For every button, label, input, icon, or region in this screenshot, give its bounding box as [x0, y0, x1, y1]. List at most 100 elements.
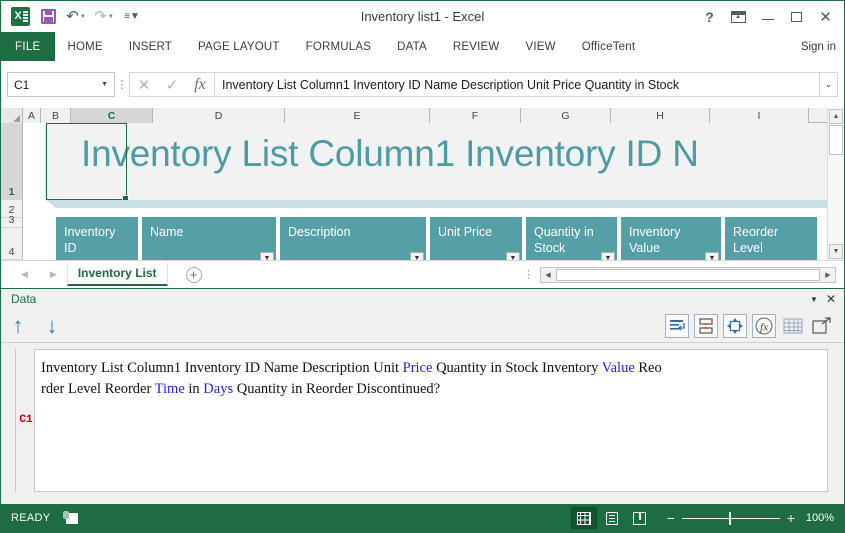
scroll-right-icon[interactable]: ▶ [821, 268, 835, 282]
table-header-inventory-id[interactable]: Inventory ID ▼ [56, 217, 138, 260]
table-header-unit-price[interactable]: Unit Price ▼ [430, 217, 522, 260]
table-header-reorder-level[interactable]: Reorder Level [725, 217, 817, 260]
column-header-d[interactable]: D [153, 108, 285, 123]
close-icon[interactable]: ✕ [811, 4, 840, 30]
zoom-level-label[interactable]: 100% [802, 512, 834, 524]
tab-view[interactable]: VIEW [512, 32, 568, 61]
scroll-down-icon[interactable]: ▼ [829, 244, 843, 259]
column-header-a[interactable]: A [23, 108, 41, 123]
editor-keyword: Value [601, 360, 635, 376]
tab-data[interactable]: DATA [384, 32, 440, 61]
data-pane: Data ▼ ✕ ↑ ↓ fx C1 Inventory List Column… [1, 288, 844, 506]
column-header-h[interactable]: H [611, 108, 710, 123]
data-pane-header: Data ▼ ✕ [1, 289, 844, 309]
filter-dropdown-icon[interactable]: ▼ [506, 252, 520, 260]
name-box[interactable]: C1 ▼ [7, 72, 115, 97]
insert-function-icon[interactable]: fx [186, 73, 214, 96]
formula-bar-grip: ⋮ [116, 79, 128, 91]
select-all-corner[interactable] [1, 108, 23, 123]
table-header-inventory-value[interactable]: Inventory Value ▼ [621, 217, 721, 260]
enter-icon[interactable]: ✓ [158, 73, 186, 96]
filter-dropdown-icon[interactable]: ▼ [601, 252, 615, 260]
sign-in-link[interactable]: Sign in [801, 32, 836, 61]
merge-cells-icon[interactable] [694, 313, 718, 338]
tab-review[interactable]: REVIEW [440, 32, 513, 61]
minimize-icon[interactable] [753, 4, 782, 30]
column-a-b-blank [23, 123, 46, 200]
editor-text: Reo [634, 360, 662, 376]
tab-file[interactable]: FILE [1, 32, 55, 61]
expand-window-icon[interactable] [810, 314, 834, 338]
data-pane-editor[interactable]: Inventory List Column1 Inventory ID Name… [35, 349, 828, 492]
zoom-in-icon[interactable]: + [787, 511, 795, 525]
vertical-scrollbar[interactable]: ▲ ▼ [827, 108, 843, 260]
save-icon[interactable] [35, 5, 61, 29]
expand-formula-bar-icon[interactable]: ⌄ [820, 72, 838, 97]
tab-home[interactable]: HOME [55, 32, 116, 61]
function-icon[interactable]: fx [752, 313, 776, 338]
grid-body[interactable]: Inventory List Column1 Inventory ID N In… [23, 123, 827, 260]
column-header-e[interactable]: E [285, 108, 430, 123]
editor-keyword: Price [402, 360, 433, 376]
sheet-tab-inventory-list[interactable]: Inventory List [66, 263, 168, 286]
table-header-quantity-in-stock[interactable]: Quantity in Stock ▼ [526, 217, 617, 260]
vertical-scroll-thumb[interactable] [829, 125, 843, 155]
table-grid-icon[interactable] [781, 314, 805, 338]
cancel-icon[interactable]: ✕ [130, 73, 158, 96]
close-pane-icon[interactable]: ✕ [826, 292, 836, 306]
normal-view-icon[interactable] [570, 507, 597, 529]
ribbon-display-options-icon[interactable] [724, 4, 753, 30]
next-sheet-icon[interactable]: ▶ [50, 269, 57, 280]
chevron-down-icon[interactable]: ▼ [101, 81, 108, 88]
horizontal-scroll-thumb[interactable] [556, 268, 820, 281]
horizontal-scrollbar[interactable]: ◀ ▶ [540, 266, 836, 283]
page-layout-view-icon[interactable] [599, 507, 625, 529]
column-header-i[interactable]: I [710, 108, 809, 123]
formula-input[interactable]: Inventory List Column1 Inventory ID Name… [214, 72, 820, 97]
formula-bar: C1 ▼ ⋮ ✕ ✓ fx Inventory List Column1 Inv… [1, 61, 844, 108]
row-header-4[interactable]: 4 [1, 228, 23, 260]
status-bar: READY − + 100% [1, 504, 844, 532]
filter-dropdown-icon[interactable]: ▼ [260, 252, 274, 260]
tab-officetent[interactable]: OfficeTent [569, 32, 649, 61]
filter-dropdown-icon[interactable]: ▼ [410, 252, 424, 260]
column-header-c[interactable]: C [71, 108, 153, 123]
scroll-left-icon[interactable]: ◀ [541, 268, 555, 282]
collapse-icon[interactable]: ▼ [810, 295, 818, 304]
tab-formulas[interactable]: FORMULAS [293, 32, 385, 61]
tab-page-layout[interactable]: PAGE LAYOUT [185, 32, 293, 61]
editor-gutter: C1 [15, 349, 35, 492]
tab-split-grip[interactable]: ⋮ [523, 268, 534, 281]
customize-qat-icon[interactable]: ≡▼ [119, 5, 145, 29]
maximize-icon[interactable] [782, 4, 811, 30]
zoom-slider-thumb[interactable] [728, 511, 732, 525]
page-break-preview-icon[interactable] [627, 507, 653, 529]
column-header-g[interactable]: G [521, 108, 611, 123]
help-icon[interactable]: ? [695, 4, 724, 30]
column-header-b[interactable]: B [41, 108, 71, 123]
tab-insert[interactable]: INSERT [116, 32, 185, 61]
prev-sheet-icon[interactable]: ◀ [21, 269, 28, 280]
autofit-icon[interactable] [723, 313, 747, 338]
filter-dropdown-icon[interactable]: ▼ [705, 252, 719, 260]
excel-logo-icon[interactable] [7, 5, 33, 29]
record-macro-icon[interactable] [63, 510, 80, 525]
undo-icon[interactable]: ↶ ▼ [63, 5, 89, 29]
add-sheet-icon[interactable]: + [185, 266, 202, 283]
zoom-out-icon[interactable]: − [667, 511, 675, 525]
table-header-label: Reorder Level [733, 225, 779, 255]
table-header-label: Unit Price [438, 225, 493, 239]
scroll-up-icon[interactable]: ▲ [829, 109, 843, 124]
wrap-text-icon[interactable] [665, 313, 689, 338]
column-header-f[interactable]: F [430, 108, 521, 123]
table-header-name[interactable]: Name ▼ [142, 217, 276, 260]
row-header-1[interactable]: 1 [1, 123, 23, 200]
redo-icon[interactable]: ↷ ▼ [91, 5, 117, 29]
move-down-arrow-icon[interactable]: ↓ [35, 311, 69, 341]
zoom-slider[interactable] [681, 511, 780, 525]
table-header-description[interactable]: Description ▼ [280, 217, 426, 260]
banner-title-cell[interactable]: Inventory List Column1 Inventory ID N [46, 123, 827, 200]
move-up-arrow-icon[interactable]: ↑ [1, 311, 35, 341]
window-controls: ? ✕ [695, 1, 840, 32]
row-header-3[interactable]: 3 [1, 214, 23, 228]
